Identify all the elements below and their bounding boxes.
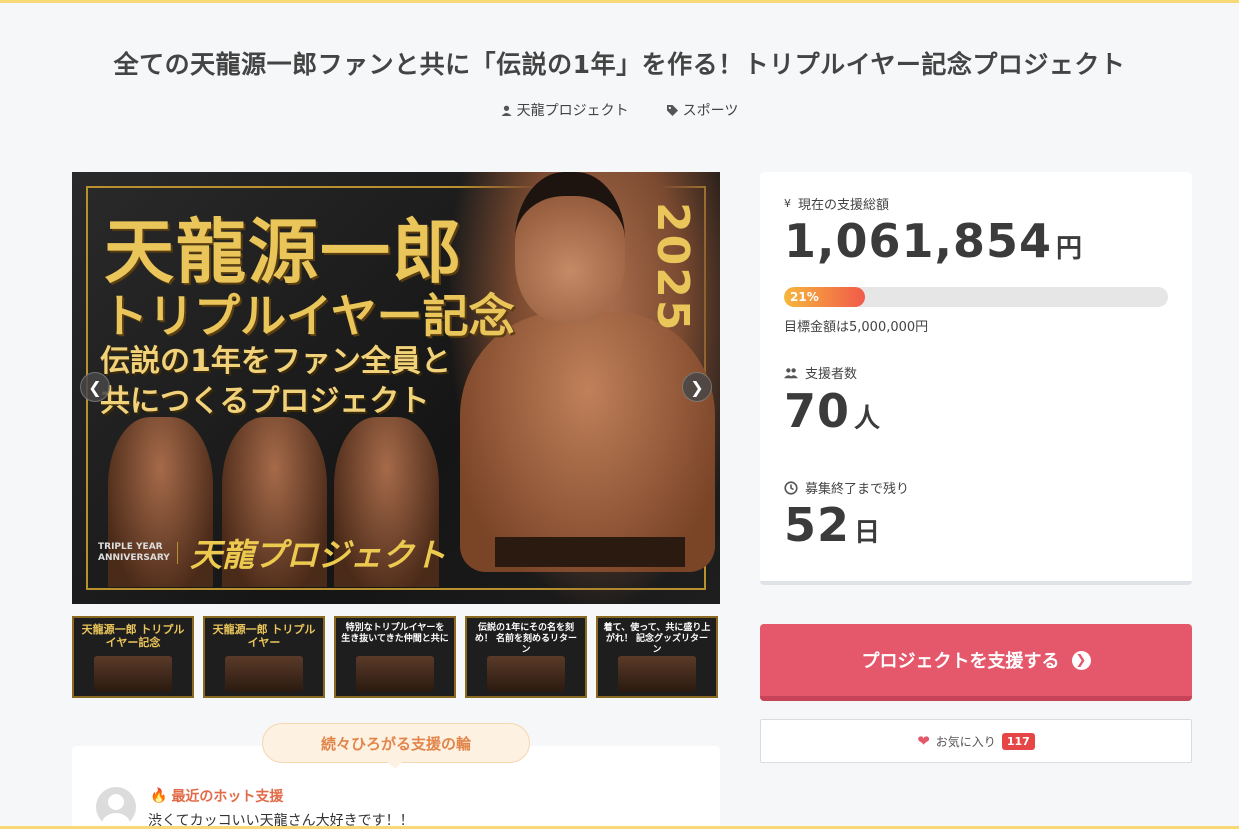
supporters-label: 支援者数 [784, 363, 857, 382]
tag-icon [666, 104, 678, 116]
thumbnail-image [356, 656, 434, 692]
chevron-left-icon: ❮ [88, 377, 102, 397]
remaining-unit: 日 [854, 518, 882, 548]
goal-amount: 目標金額は5,000,000円 [784, 320, 929, 335]
next-slide-button[interactable]: ❯ [682, 372, 712, 402]
thumbnail-image [487, 656, 565, 692]
hot-support-text: 最近のホット支援 [171, 789, 284, 805]
support-project-button[interactable]: プロジェクトを支援する ❯ [760, 624, 1192, 701]
supporters-value: 70 [784, 384, 851, 438]
total-label: ¥ 現在の支援総額 [784, 194, 889, 213]
owner-name: 天龍プロジェクト [516, 103, 629, 119]
total-amount-value: 1,061,854 [784, 214, 1052, 268]
hero-tagline: 伝説の1年をファン全員と 共につくるプロジェクト [100, 342, 451, 422]
total-label-text: 現在の支援総額 [798, 198, 890, 213]
prev-slide-button[interactable]: ❮ [80, 372, 110, 402]
thumbnail-image [94, 656, 172, 692]
category-name: スポーツ [682, 103, 739, 119]
thumbnail-strip: 天龍源一郎 トリプルイヤー記念 天龍源一郎 トリプルイヤー 特別なトリプルイヤー… [72, 616, 720, 698]
thumbnail[interactable]: 天龍源一郎 トリプルイヤー [203, 616, 325, 698]
thumbnail[interactable]: 天龍源一郎 トリプルイヤー記念 [72, 616, 194, 698]
favorite-label: お気に入り [935, 734, 996, 749]
thumbnail-caption: 伝説の1年にその名を刻め！ 名前を刻めるリターン [474, 623, 578, 655]
supporters-unit: 人 [854, 404, 882, 434]
favorite-button[interactable]: ❤ お気に入り 117 [760, 719, 1192, 763]
heart-icon: ❤ [917, 732, 930, 750]
remaining-label: 募集終了まで残り [784, 478, 909, 497]
support-ring-badge: 続々ひろがる支援の輪 [262, 723, 530, 769]
total-amount-unit: 円 [1056, 234, 1084, 264]
thumbnail-image [618, 656, 696, 692]
project-meta: 天龍プロジェクト スポーツ [0, 100, 1239, 120]
thumbnail-caption: 特別なトリプルイヤーを 生き抜いてきた仲間と共に [341, 623, 449, 644]
total-amount: 1,061,854 円 [784, 214, 1083, 268]
users-icon [784, 367, 798, 378]
remaining-days: 52 日 [784, 498, 881, 552]
thumbnail-image [225, 656, 303, 692]
avatar [96, 787, 136, 827]
page-title: 全ての天龍源一郎ファンと共に「伝説の1年」を作る！トリプルイヤー記念プロジェクト [113, 50, 1126, 79]
hero-logo: TRIPLE YEAR ANNIVERSARY 天龍プロジェクト [98, 528, 458, 578]
hot-support-label: 🔥 最近のホット支援 [150, 786, 283, 806]
hero-year: 2025 [647, 202, 698, 333]
supporters-count: 70 人 [784, 384, 881, 438]
yen-icon: ¥ [784, 197, 791, 210]
thumbnail-caption: 天龍源一郎 トリプルイヤー [212, 623, 316, 649]
user-icon [501, 105, 512, 116]
hero-tagline-line2: 共につくるプロジェクト [100, 384, 430, 419]
hero-tagline-line1: 伝説の1年をファン全員と [100, 344, 451, 379]
remaining-value: 52 [784, 498, 851, 552]
clock-icon [784, 480, 798, 495]
category-link[interactable]: スポーツ [666, 100, 739, 120]
thumbnail-caption: 天龍源一郎 トリプルイヤー記念 [81, 623, 185, 649]
hero-subtitle: トリプルイヤー記念 [102, 289, 515, 343]
owner-link[interactable]: 天龍プロジェクト [501, 100, 629, 120]
thumbnail-caption: 着て、使って、共に盛り上がれ！ 記念グッズリターン [603, 623, 711, 655]
fire-icon: 🔥 [150, 788, 168, 804]
thumbnail[interactable]: 着て、使って、共に盛り上がれ！ 記念グッズリターン [596, 616, 718, 698]
support-button-label: プロジェクトを支援する [861, 651, 1060, 672]
supporters-label-text: 支援者数 [805, 367, 858, 382]
progress-fill: 21% [784, 287, 865, 307]
remaining-label-text: 募集終了まで残り [805, 482, 910, 497]
chevron-right-icon: ❯ [690, 377, 704, 397]
favorite-count-badge: 117 [1001, 732, 1035, 750]
arrow-circle-icon: ❯ [1071, 650, 1091, 670]
thumbnail[interactable]: 特別なトリプルイヤーを 生き抜いてきた仲間と共に [334, 616, 456, 698]
main-image-carousel[interactable]: 天龍源一郎 トリプルイヤー記念 伝説の1年をファン全員と 共につくるプロジェクト… [72, 172, 720, 604]
thumbnail[interactable]: 伝説の1年にその名を刻め！ 名前を刻めるリターン [465, 616, 587, 698]
brand-logo: 天龍プロジェクト [190, 536, 447, 574]
progress-bar: 21% [784, 287, 1168, 307]
funding-stats-card: ¥ 現在の支援総額 1,061,854 円 21% 目標金額は5,000,000円… [760, 172, 1192, 585]
anniversary-mark: TRIPLE YEAR ANNIVERSARY [98, 542, 178, 564]
